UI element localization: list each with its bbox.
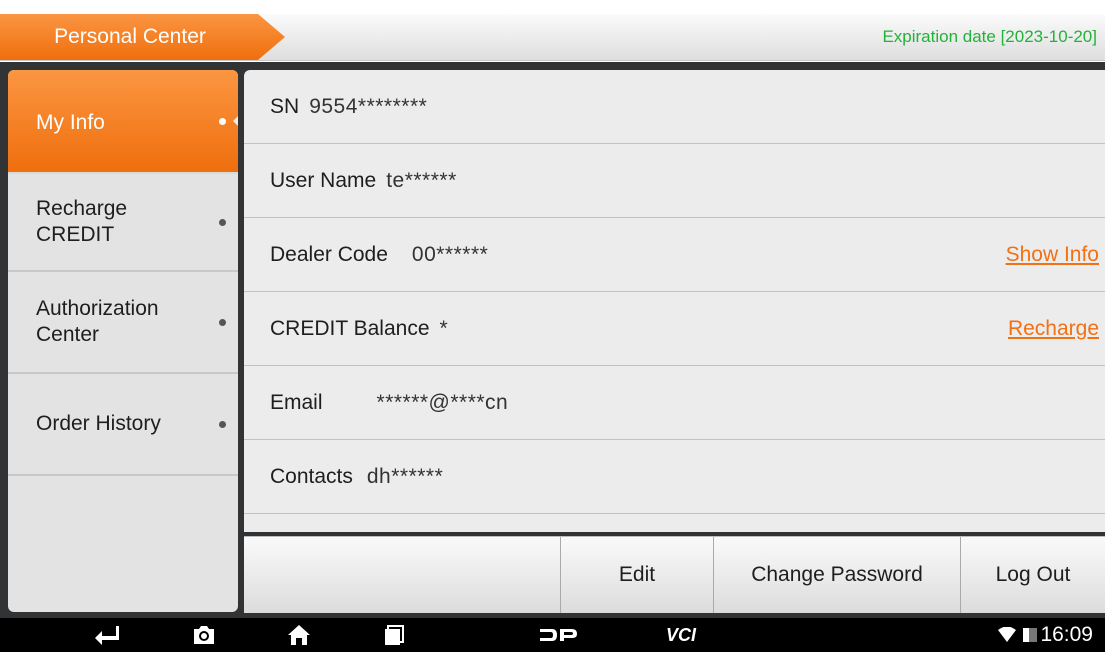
- change-password-button[interactable]: Change Password: [713, 537, 960, 613]
- bullet-icon: [219, 319, 226, 326]
- email-value: ******@****cn: [376, 390, 509, 414]
- bullet-icon: [219, 421, 226, 428]
- dp-icon[interactable]: [536, 621, 580, 649]
- recent-apps-icon[interactable]: [377, 621, 411, 649]
- info-panel: SN 9554******** User Name te****** Deale…: [244, 70, 1105, 532]
- sidebar: My Info Recharge CREDIT Authorization Ce…: [8, 70, 238, 612]
- sidebar-item-recharge-credit[interactable]: Recharge CREDIT: [8, 174, 238, 272]
- bullet-icon: [219, 118, 226, 125]
- username-value: te******: [386, 168, 457, 192]
- sidebar-item-label: Authorization Center: [36, 297, 159, 346]
- dealer-code-label: Dealer Code: [270, 242, 388, 266]
- dealer-code-value: 00******: [411, 242, 489, 266]
- sidebar-item-label: Recharge CREDIT: [36, 197, 128, 246]
- recharge-link[interactable]: Recharge: [1008, 292, 1099, 366]
- home-icon[interactable]: [282, 621, 316, 649]
- sidebar-item-my-info[interactable]: My Info: [8, 70, 238, 174]
- page-title: Personal Center: [54, 25, 206, 48]
- sn-label: SN: [270, 94, 300, 118]
- sidebar-item-order-history[interactable]: Order History: [8, 374, 238, 476]
- email-row: Email ******@****cn: [244, 366, 1105, 440]
- action-bar: Edit Change Password Log Out: [244, 536, 1105, 613]
- title-bar: Personal Center Expiration date [2023-10…: [0, 0, 1105, 62]
- sn-row: SN 9554********: [244, 70, 1105, 144]
- log-out-button[interactable]: Log Out: [960, 537, 1105, 613]
- camera-icon[interactable]: [187, 621, 221, 649]
- contacts-value: dh******: [366, 464, 444, 488]
- expiration-date: Expiration date [2023-10-20]: [882, 27, 1097, 46]
- battery-icon: [1020, 621, 1040, 649]
- back-icon[interactable]: [90, 621, 124, 649]
- svg-text:VCI: VCI: [666, 625, 697, 645]
- email-label: Email: [270, 390, 323, 414]
- sidebar-item-label: Order History: [36, 412, 161, 435]
- clock: 16:09: [1040, 623, 1093, 646]
- username-label: User Name: [270, 168, 377, 192]
- edit-button[interactable]: Edit: [560, 537, 713, 613]
- sidebar-item-label: My Info: [36, 111, 105, 134]
- credit-balance-value: *: [439, 316, 449, 340]
- show-info-link[interactable]: Show Info: [1006, 218, 1099, 292]
- sn-value: 9554********: [309, 94, 428, 118]
- main-area: My Info Recharge CREDIT Authorization Ce…: [0, 62, 1105, 618]
- wifi-icon: [996, 621, 1018, 649]
- credit-balance-row: CREDIT Balance * Recharge: [244, 292, 1105, 366]
- bullet-icon: [219, 219, 226, 226]
- contacts-row: Contacts dh******: [244, 440, 1105, 514]
- system-nav-bar: VCI 16:09: [0, 618, 1105, 652]
- sidebar-item-authorization-center[interactable]: Authorization Center: [8, 272, 238, 374]
- dealer-code-row: Dealer Code 00****** Show Info: [244, 218, 1105, 292]
- vci-icon[interactable]: VCI: [664, 621, 708, 649]
- username-row: User Name te******: [244, 144, 1105, 218]
- credit-balance-label: CREDIT Balance: [270, 316, 430, 340]
- contacts-label: Contacts: [270, 464, 353, 488]
- personal-center-tab[interactable]: Personal Center: [0, 14, 285, 60]
